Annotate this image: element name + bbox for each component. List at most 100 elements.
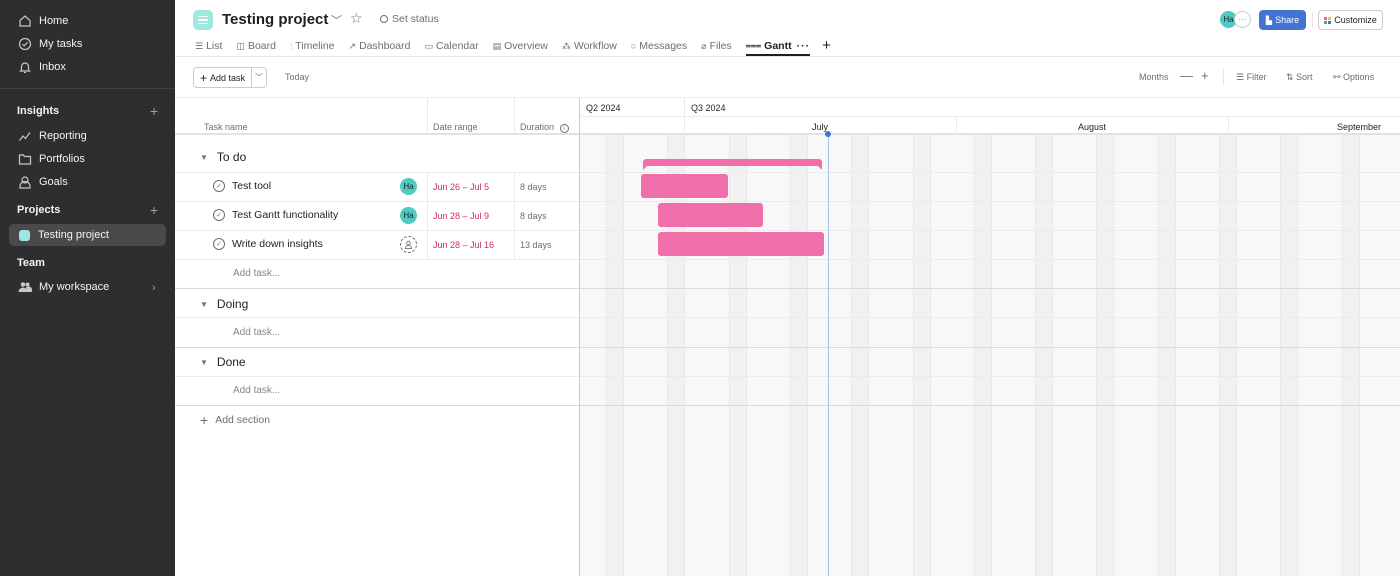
- tab-label: Messages: [639, 40, 688, 52]
- sidebar-item-inbox[interactable]: Inbox: [17, 57, 66, 77]
- task-name: Test tool: [232, 180, 272, 192]
- task-name: Test Gantt functionality: [232, 209, 339, 221]
- sort-label: Sort: [1296, 72, 1313, 82]
- task-duration[interactable]: 8 days: [520, 211, 547, 221]
- collapse-triangle-icon[interactable]: ▼: [200, 358, 208, 367]
- task-bar-write-down-insights[interactable]: [658, 232, 824, 256]
- more-members-button[interactable]: ···: [1234, 11, 1251, 28]
- task-row-test-gantt-functionality[interactable]: ✓ Test Gantt functionality: [213, 209, 338, 221]
- collapse-triangle-icon[interactable]: ▼: [200, 300, 208, 309]
- add-task-inline[interactable]: Add task...: [233, 327, 280, 338]
- sidebar-item-portfolios[interactable]: Portfolios: [17, 149, 85, 169]
- info-icon[interactable]: i: [559, 124, 569, 133]
- tab-more-button[interactable]: ···: [797, 40, 811, 52]
- filter-button[interactable]: ☰ Filter: [1236, 72, 1267, 83]
- task-bar-test-tool[interactable]: [641, 174, 728, 198]
- gantt-timeline[interactable]: Q2 2024 Q3 2024 July August September: [580, 98, 1400, 576]
- tab-board[interactable]: ◫ Board: [236, 38, 276, 54]
- timeline-row-divider: [580, 172, 1400, 173]
- section-header-doing[interactable]: ▼ Doing: [200, 297, 248, 311]
- star-icon[interactable]: ☆: [350, 10, 363, 27]
- task-date-range[interactable]: Jun 28 – Jul 16: [433, 240, 494, 250]
- tab-dashboard[interactable]: ↗ Dashboard: [349, 38, 411, 54]
- section-header-done[interactable]: ▼ Done: [200, 355, 246, 369]
- add-project-button[interactable]: +: [150, 203, 158, 217]
- timeline-section-divider: [580, 405, 1400, 406]
- section-summary-bar-to-do[interactable]: [643, 159, 822, 170]
- chevron-down-icon[interactable]: ﹀: [331, 12, 342, 28]
- options-icon: ⚯: [1333, 72, 1344, 82]
- collapse-triangle-icon[interactable]: ▼: [200, 153, 208, 162]
- task-row-test-tool[interactable]: ✓ Test tool: [213, 180, 271, 192]
- section-name: To do: [216, 150, 247, 164]
- add-insight-button[interactable]: +: [150, 104, 158, 118]
- timeline-grid[interactable]: [580, 135, 1400, 576]
- unassigned-avatar-icon[interactable]: [400, 236, 417, 253]
- sort-icon: ⇅: [1286, 72, 1297, 82]
- add-task-inline[interactable]: Add task...: [233, 268, 280, 279]
- assignee-avatar[interactable]: Ha: [400, 178, 417, 195]
- sidebar-item-reporting[interactable]: Reporting: [17, 126, 87, 146]
- sort-button[interactable]: ⇅ Sort: [1286, 72, 1313, 83]
- column-header-task-name[interactable]: Task name: [204, 122, 248, 132]
- sidebar-item-goals[interactable]: Goals: [17, 172, 68, 192]
- duration-header-label: Duration: [520, 122, 555, 132]
- tab-label: Calendar: [435, 40, 479, 52]
- sidebar-item-my-workspace[interactable]: My workspace: [17, 277, 109, 297]
- timeline-row-divider: [580, 201, 1400, 202]
- row-divider: [175, 376, 579, 377]
- zoom-in-button[interactable]: +: [1201, 68, 1209, 83]
- filter-icon: ☰: [1236, 72, 1247, 82]
- add-task-button[interactable]: + Add task: [194, 68, 252, 87]
- task-bar-test-gantt-functionality[interactable]: [658, 203, 763, 227]
- section-header-to-do[interactable]: ▼ To do: [200, 150, 246, 164]
- timeline-row-divider: [580, 259, 1400, 260]
- complete-check-icon[interactable]: ✓: [213, 209, 225, 221]
- zoom-out-button[interactable]: —: [1180, 68, 1193, 83]
- tab-files[interactable]: ⌀ Files: [701, 38, 732, 54]
- add-tab-button[interactable]: +: [822, 38, 831, 54]
- tab-timeline[interactable]: ⫶ Timeline: [290, 38, 335, 54]
- month-divider: [956, 116, 957, 135]
- add-task-dropdown-chevron-icon[interactable]: ﹀: [252, 72, 266, 83]
- task-date-range[interactable]: Jun 28 – Jul 9: [433, 211, 489, 221]
- section-divider: [175, 405, 579, 406]
- task-duration[interactable]: 8 days: [520, 182, 547, 192]
- add-task-inline[interactable]: Add task...: [233, 385, 280, 396]
- today-button[interactable]: Today: [285, 72, 309, 82]
- workflow-icon: ⁂: [561, 40, 571, 51]
- add-section-label: Add section: [215, 414, 271, 426]
- add-section-button[interactable]: + Add section: [200, 412, 270, 428]
- share-button[interactable]: ▙ Share: [1259, 10, 1306, 30]
- tab-gantt[interactable]: ⩶ Gantt ···: [745, 38, 811, 56]
- tab-list[interactable]: ☰ List: [195, 38, 222, 54]
- assignee-avatar[interactable]: Ha: [400, 207, 417, 224]
- board-icon: ◫: [236, 40, 245, 51]
- sidebar-project-testing-project[interactable]: Testing project: [9, 224, 166, 246]
- column-header-duration[interactable]: Duration i: [520, 122, 569, 133]
- customize-button[interactable]: Customize: [1318, 10, 1383, 30]
- sidebar-item-label: Inbox: [39, 61, 66, 73]
- sidebar-item-label: Goals: [39, 176, 68, 188]
- tab-calendar[interactable]: ▭ Calendar: [424, 38, 478, 54]
- section-name: Doing: [216, 297, 249, 311]
- status-circle-icon: [380, 15, 388, 23]
- column-header-date-range[interactable]: Date range: [433, 122, 478, 132]
- chevron-right-icon[interactable]: ›: [152, 282, 156, 294]
- tab-overview[interactable]: ▤ Overview: [493, 38, 548, 54]
- set-status-button[interactable]: Set status: [380, 13, 439, 25]
- task-duration[interactable]: 13 days: [520, 240, 552, 250]
- sidebar-item-my-tasks[interactable]: My tasks: [17, 34, 82, 54]
- task-date-range[interactable]: Jun 26 – Jul 5: [433, 182, 489, 192]
- complete-check-icon[interactable]: ✓: [213, 238, 225, 250]
- complete-check-icon[interactable]: ✓: [213, 180, 225, 192]
- options-button[interactable]: ⚯ Options: [1333, 72, 1374, 83]
- tab-workflow[interactable]: ⁂ Workflow: [562, 38, 617, 54]
- sidebar-item-home[interactable]: Home: [17, 11, 68, 31]
- task-row-write-down-insights[interactable]: ✓ Write down insights: [213, 238, 323, 250]
- tab-messages[interactable]: ○ Messages: [631, 38, 687, 54]
- options-label: Options: [1343, 72, 1375, 82]
- project-title[interactable]: Testing project: [222, 11, 328, 28]
- people-icon: [17, 280, 32, 295]
- tab-label: Dashboard: [359, 40, 411, 52]
